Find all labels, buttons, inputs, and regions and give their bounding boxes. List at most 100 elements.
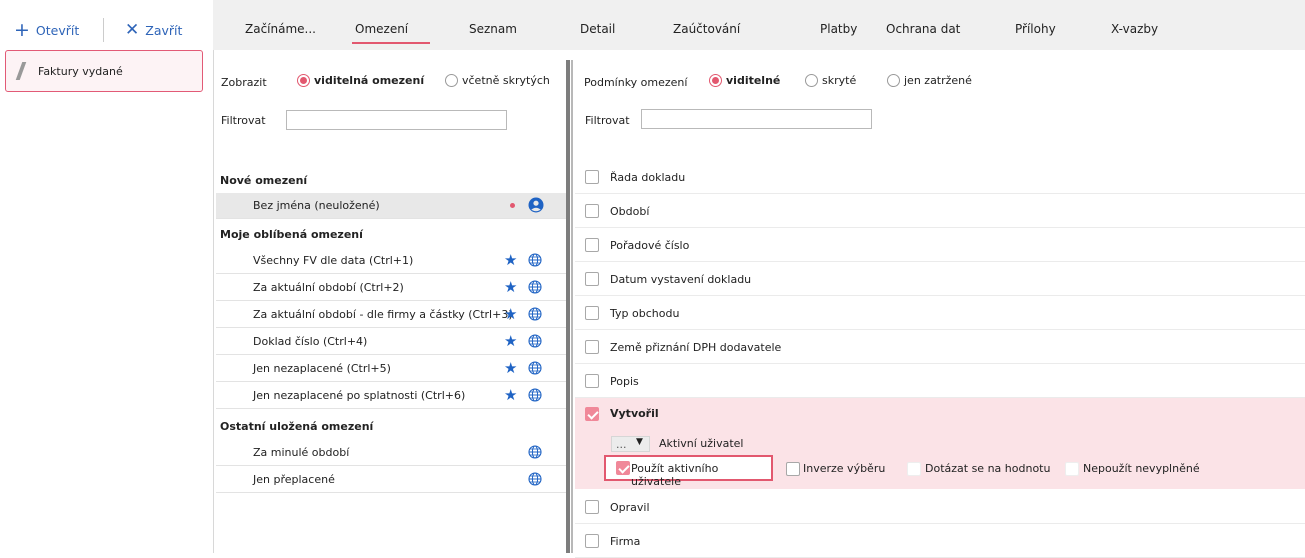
favorite-filter-label: Doklad číslo (Ctrl+4): [253, 335, 368, 348]
tab-zauctovani[interactable]: Zaúčtování: [673, 22, 740, 36]
condition-checkbox[interactable]: [585, 500, 599, 514]
favorite-filter-item[interactable]: Všechny FV dle data (Ctrl+1) ★: [216, 248, 567, 274]
condition-row[interactable]: Období: [575, 194, 1305, 228]
star-icon[interactable]: ★: [504, 307, 517, 322]
filter-label: Filtrovat: [221, 114, 266, 127]
open-button[interactable]: + Otevřít: [14, 20, 80, 39]
tab-omezeni[interactable]: Omezení: [355, 22, 408, 36]
star-icon[interactable]: ★: [504, 334, 517, 349]
condition-label: Země přiznání DPH dodavatele: [610, 341, 782, 354]
panel-splitter-edge: [571, 60, 573, 553]
ask-value-label: Dotázat se na hodnotu: [925, 462, 1051, 475]
conditions-filter-input[interactable]: [641, 109, 872, 129]
tab-detail[interactable]: Detail: [580, 22, 615, 36]
condition-row[interactable]: Země přiznání DPH dodavatele: [575, 330, 1305, 364]
favorite-filter-item[interactable]: Jen nezaplacené po splatnosti (Ctrl+6) ★: [216, 383, 567, 409]
globe-icon: [528, 472, 542, 486]
radio-hidden-conditions[interactable]: skryté: [805, 74, 856, 87]
no-empty-label: Nepoužít nevyplněné: [1083, 462, 1200, 475]
favorites-header: Moje oblíbená omezení: [220, 228, 363, 241]
conditions-panel: Podmínky omezení viditelné skryté jen za…: [575, 50, 1305, 558]
star-icon[interactable]: ★: [504, 253, 517, 268]
globe-icon: [528, 253, 542, 267]
condition-row[interactable]: Řada dokladu: [575, 160, 1305, 194]
globe-icon: [528, 388, 542, 402]
condition-row[interactable]: Popis: [575, 364, 1305, 398]
globe-icon: [528, 361, 542, 375]
condition-checkbox[interactable]: [585, 238, 599, 252]
radio-visible-filters[interactable]: viditelná omezení: [297, 74, 424, 87]
condition-label: Popis: [610, 375, 639, 388]
use-active-user-checkbox[interactable]: [616, 461, 630, 475]
user-icon: [528, 197, 544, 213]
radio-dot: [887, 74, 900, 87]
favorite-filter-item[interactable]: Doklad číslo (Ctrl+4) ★: [216, 329, 567, 355]
radio-dot: [805, 74, 818, 87]
other-filter-item[interactable]: Jen přeplacené: [216, 467, 567, 493]
inverse-label: Inverze výběru: [803, 462, 886, 475]
agenda-icon: [15, 62, 27, 80]
no-empty-checkbox[interactable]: [1065, 462, 1079, 476]
condition-row[interactable]: Pořadové číslo: [575, 228, 1305, 262]
tab-seznam[interactable]: Seznam: [469, 22, 517, 36]
close-button[interactable]: ✕ Zavřít: [125, 21, 182, 39]
condition-checkbox[interactable]: [585, 204, 599, 218]
condition-checkbox[interactable]: [585, 374, 599, 388]
other-filter-item[interactable]: Za minulé období: [216, 440, 567, 466]
condition-checkbox[interactable]: [585, 340, 599, 354]
inverse-checkbox[interactable]: [786, 462, 800, 476]
ask-value-checkbox[interactable]: [907, 462, 921, 476]
tab-ochrana-dat[interactable]: Ochrana dat: [886, 22, 960, 36]
open-label: Otevřít: [35, 22, 80, 38]
condition-label: Pořadové číslo: [610, 239, 690, 252]
agenda-label: Faktury vydané: [38, 64, 123, 78]
favorite-filter-label: Za aktuální období - dle firmy a částky …: [253, 308, 513, 321]
condition-checkbox[interactable]: [585, 272, 599, 286]
left-column: + Otevřít ✕ Zavřít Faktury vydané: [0, 0, 213, 553]
condition-row[interactable]: Typ obchodu: [575, 296, 1305, 330]
tab-x-vazby[interactable]: X-vazby: [1111, 22, 1158, 36]
star-icon[interactable]: ★: [504, 388, 517, 403]
active-tab-indicator: [352, 42, 430, 44]
toolbar-divider: [103, 18, 104, 42]
user-picker-button[interactable]: ... ▼: [611, 436, 650, 452]
condition-label: Datum vystavení dokladu: [610, 273, 752, 286]
condition-checkbox[interactable]: [585, 534, 599, 548]
star-icon[interactable]: ★: [504, 280, 517, 295]
condition-checkbox[interactable]: [585, 306, 599, 320]
vytvoril-checkbox[interactable]: [585, 407, 599, 421]
use-active-user-option[interactable]: Použít aktivního uživatele: [604, 455, 773, 488]
panel-splitter[interactable]: [566, 60, 570, 553]
radio-include-hidden[interactable]: včetně skrytých: [445, 74, 550, 87]
radio-dot: [445, 74, 458, 87]
filter-input[interactable]: [286, 110, 507, 130]
tab-prilohy[interactable]: Přílohy: [1015, 22, 1056, 36]
star-icon[interactable]: ★: [504, 361, 517, 376]
favorite-filter-item[interactable]: Jen nezaplacené (Ctrl+5) ★: [216, 356, 567, 382]
dropdown-arrow-icon: ▼: [636, 437, 643, 447]
radio-visible-cond-label: viditelné: [726, 74, 781, 87]
condition-label: Firma: [610, 535, 641, 548]
radio-checked-label: jen zatržené: [904, 74, 972, 87]
favorite-filter-item[interactable]: Za aktuální období - dle firmy a částky …: [216, 302, 567, 328]
condition-row[interactable]: Opravil: [575, 490, 1305, 524]
new-filter-item[interactable]: Bez jména (neuložené): [216, 193, 567, 219]
favorite-filter-item[interactable]: Za aktuální období (Ctrl+2) ★: [216, 275, 567, 301]
favorite-filter-label: Za aktuální období (Ctrl+2): [253, 281, 404, 294]
radio-visible-conditions[interactable]: viditelné: [709, 74, 780, 87]
globe-icon: [528, 445, 542, 459]
radio-dot: [297, 74, 310, 87]
user-picker-dots: ...: [616, 438, 627, 451]
tab-zaciname[interactable]: Začínáme...: [245, 22, 316, 36]
filter-list-panel: Zobrazit viditelná omezení včetně skrytý…: [213, 50, 568, 553]
condition-checkbox[interactable]: [585, 170, 599, 184]
agenda-item-faktury-vydane[interactable]: Faktury vydané: [5, 50, 203, 92]
new-filter-header: Nové omezení: [220, 174, 308, 187]
globe-icon: [528, 334, 542, 348]
radio-visible-label: viditelná omezení: [314, 74, 425, 87]
new-filter-label: Bez jména (neuložené): [253, 199, 380, 212]
radio-checked-only[interactable]: jen zatržené: [887, 74, 972, 87]
tab-platby[interactable]: Platby: [820, 22, 857, 36]
condition-row[interactable]: Datum vystavení dokladu: [575, 262, 1305, 296]
unsaved-dot: [510, 203, 515, 208]
